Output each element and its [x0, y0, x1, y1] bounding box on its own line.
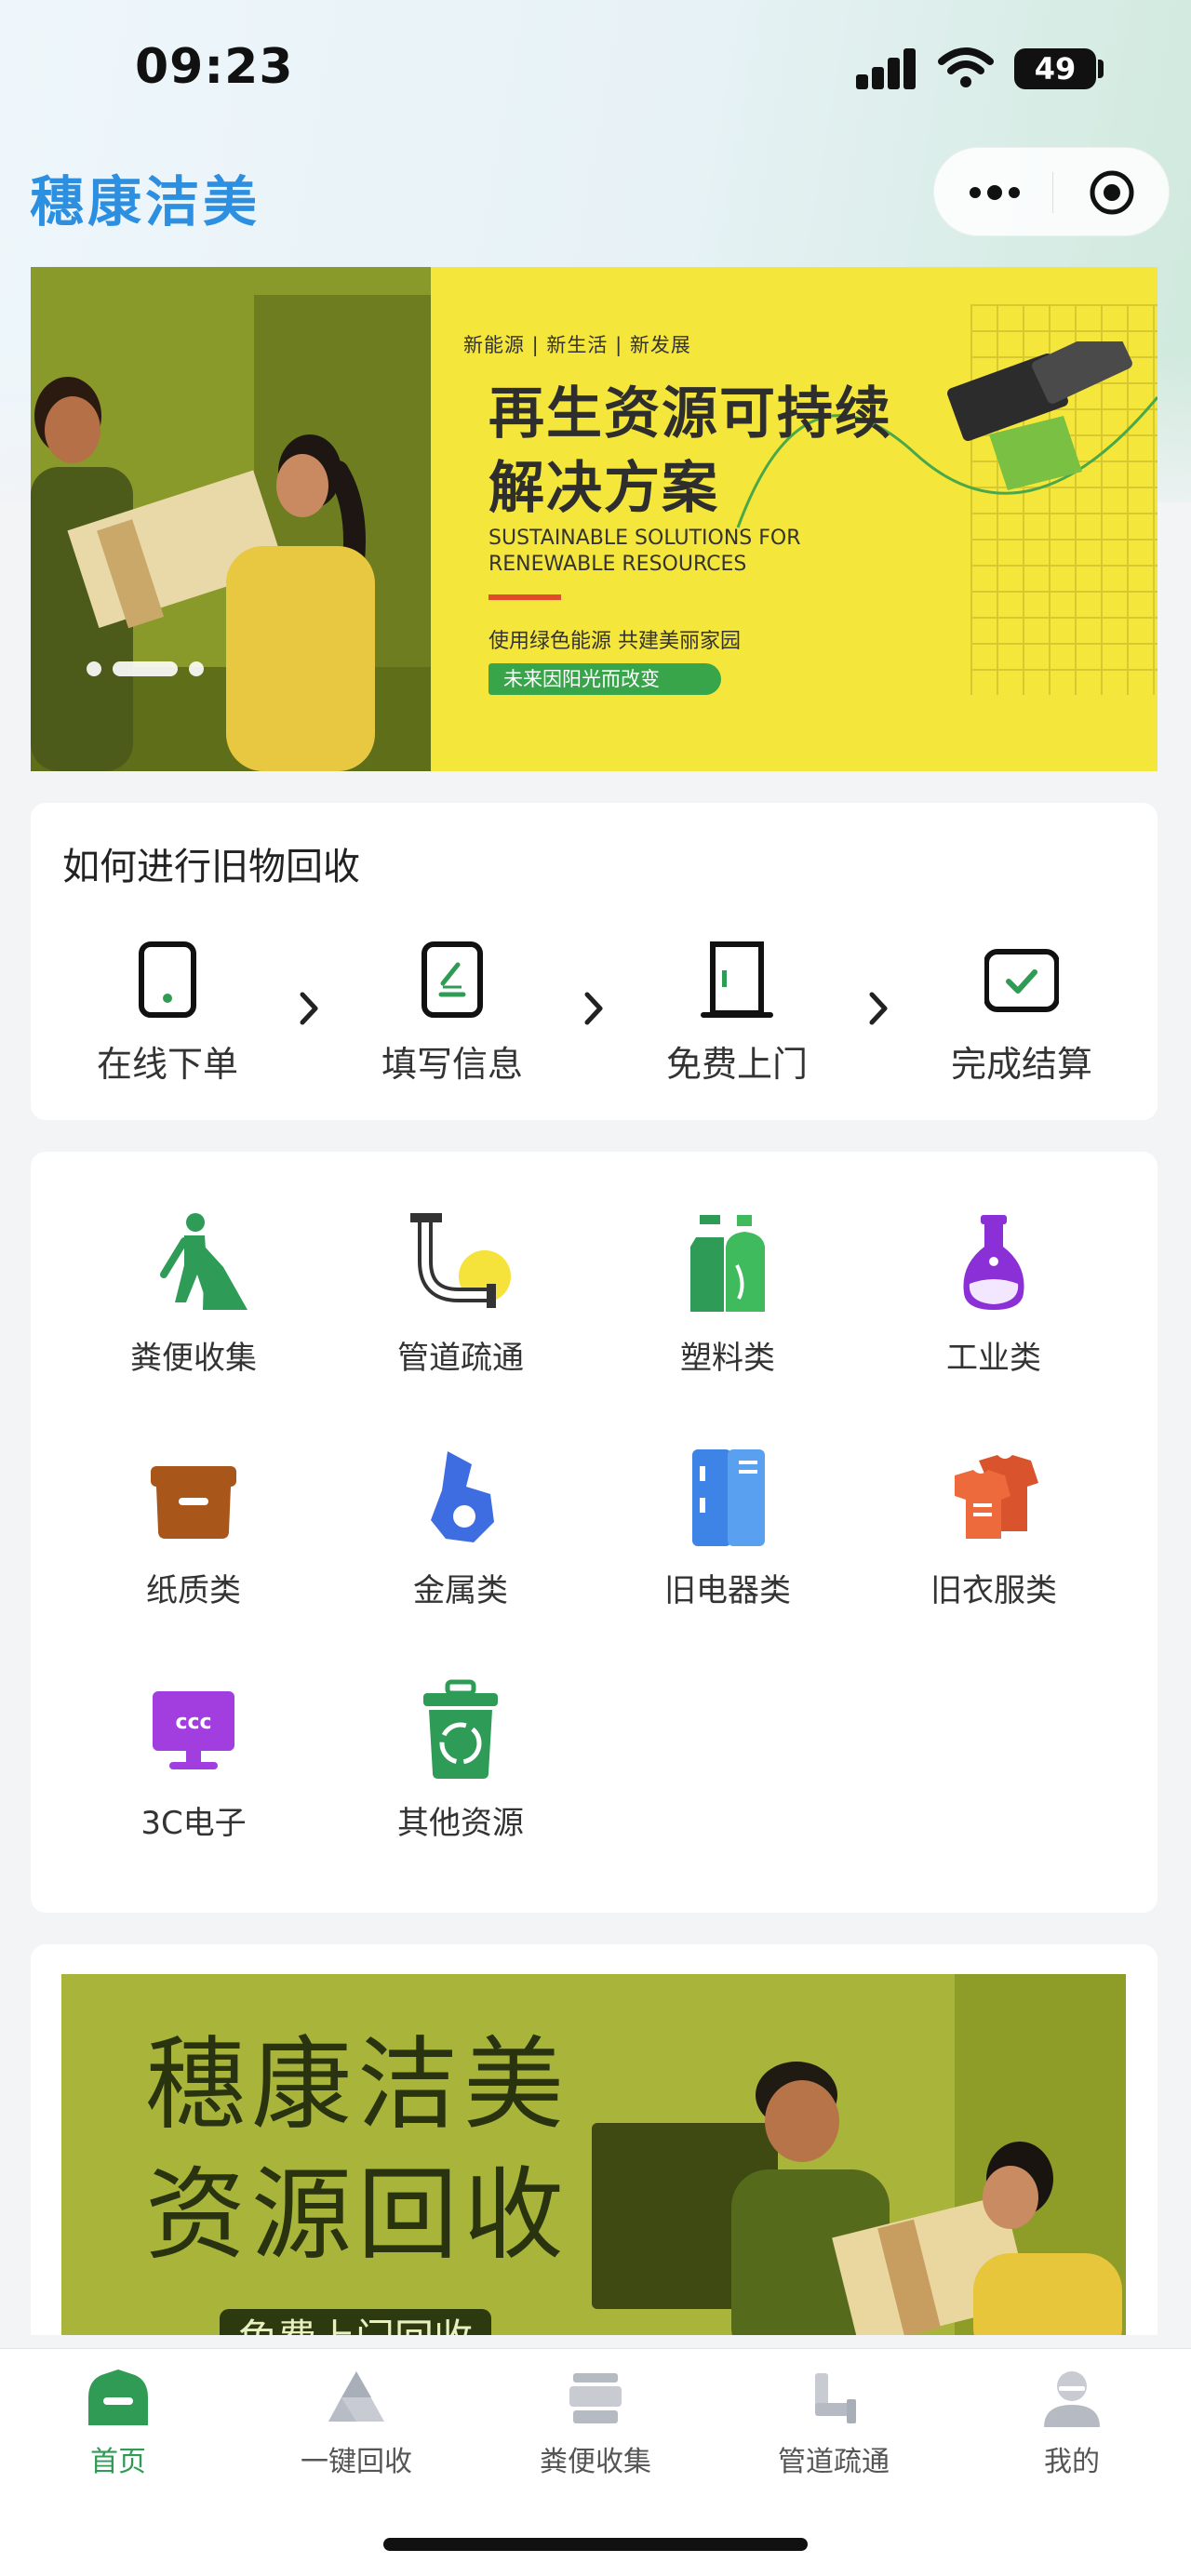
banner-title: 再生资源可持续 解决方案: [488, 377, 972, 526]
category-label: 塑料类: [680, 1340, 775, 1377]
banner-slogan-pill: 未来因阳光而改变: [488, 663, 721, 695]
steps-title: 如何进行旧物回收: [62, 846, 360, 888]
phone-icon: [139, 941, 196, 1018]
category-old-appliances[interactable]: 旧电器类: [635, 1442, 821, 1610]
battery-tip: [1098, 60, 1104, 78]
paper-box-icon: [151, 1466, 236, 1539]
promo-title-line1: 穗康洁美: [145, 2027, 570, 2143]
status-bar: 09:23 49: [0, 0, 1191, 140]
carousel-dot-active: [113, 661, 178, 676]
category-label: 其他资源: [397, 1805, 524, 1842]
capsule-divider: [1052, 172, 1053, 213]
carousel-dot: [189, 661, 204, 676]
category-metal[interactable]: 金属类: [368, 1442, 554, 1610]
recycle-triangle-icon: [328, 2371, 384, 2422]
tab-pipe-dredging[interactable]: 管道疏通: [731, 2366, 936, 2479]
banner-english: SUSTAINABLE SOLUTIONS FOR RENEWABLE RESO…: [488, 526, 917, 578]
banner-illustration: [31, 267, 431, 771]
banner-subtitle: 使用绿色能源 共建美丽家园: [488, 630, 741, 653]
category-label: 纸质类: [146, 1572, 241, 1609]
carousel-dot: [87, 661, 101, 676]
category-paper[interactable]: 纸质类: [100, 1442, 287, 1610]
category-pipe-dredging[interactable]: 管道疏通: [368, 1209, 554, 1378]
step-free-pickup: 免费上门: [653, 941, 821, 1087]
tab-home[interactable]: 首页: [16, 2366, 221, 2479]
clothes-icon: [955, 1455, 1038, 1539]
battery-indicator: 49: [1014, 48, 1096, 89]
banner-english-line1: SUSTAINABLE SOLUTIONS FOR: [488, 527, 801, 550]
close-target-icon[interactable]: [1088, 168, 1136, 217]
plastic-bottle-icon: [690, 1215, 765, 1312]
step-label: 完成结算: [950, 1044, 1092, 1085]
cellular-signal-icon: [856, 48, 917, 89]
tab-label: 管道疏通: [778, 2446, 890, 2478]
category-grid-card: 粪便收集 管道疏通 塑料类 工业类 纸质类 金属类 旧电器类 旧衣服类 ccc …: [31, 1152, 1158, 1913]
form-icon: [422, 941, 483, 1018]
tab-label: 一键回收: [301, 2446, 412, 2478]
category-other-resources[interactable]: 其他资源: [368, 1675, 554, 1843]
tab-one-click-recycle[interactable]: 一键回收: [254, 2366, 459, 2479]
banner-title-line1: 再生资源可持续: [488, 381, 892, 447]
wifi-icon: [938, 47, 994, 87]
step-online-order: 在线下单: [84, 941, 251, 1087]
more-dots-icon[interactable]: [968, 176, 1022, 209]
category-label: 粪便收集: [130, 1340, 257, 1377]
banner-title-line2: 解决方案: [488, 456, 719, 521]
promo-title: 穗康洁美 资源回收: [145, 2021, 569, 2281]
free-pickup-pill[interactable]: 免费上门回收: [220, 2309, 491, 2335]
brand-title: 穗康洁美: [30, 170, 261, 234]
step-label: 免费上门: [665, 1044, 808, 1085]
fridge-icon: [692, 1449, 765, 1546]
truck-icon: [569, 2373, 622, 2423]
banner-tags: 新能源 | 新生活 | 新发展: [463, 334, 691, 356]
home-icon: [88, 2369, 148, 2425]
promo-people-illustration: [731, 2062, 1122, 2335]
banner-english-line2: RENEWABLE RESOURCES: [488, 553, 747, 576]
chevron-right-icon: [869, 992, 888, 1025]
door-icon: [701, 941, 773, 1018]
recycle-steps-card: 如何进行旧物回收 在线下单 填写信息 免费上门 完成结算: [31, 803, 1158, 1120]
chevron-right-icon: [584, 992, 603, 1025]
metal-icon: [431, 1451, 494, 1542]
tab-profile[interactable]: 我的: [970, 2366, 1174, 2479]
tab-label: 首页: [90, 2446, 146, 2478]
category-excrement-collection[interactable]: 粪便收集: [100, 1209, 287, 1378]
recycle-bin-icon: [423, 1679, 498, 1779]
category-industrial[interactable]: 工业类: [901, 1209, 1087, 1378]
category-plastics[interactable]: 塑料类: [635, 1209, 821, 1378]
category-label: 金属类: [413, 1572, 508, 1609]
worker-shovel-icon: [160, 1213, 248, 1310]
tab-label: 我的: [1044, 2446, 1100, 2478]
step-fill-info: 填写信息: [368, 941, 536, 1087]
flask-icon: [963, 1215, 1024, 1310]
category-label: 3C电子: [141, 1805, 247, 1842]
pipe-tab-icon: [815, 2373, 856, 2423]
step-label: 在线下单: [96, 1044, 238, 1085]
mini-program-capsule: [933, 147, 1170, 236]
category-3c-electronics[interactable]: ccc 3C电子: [100, 1675, 287, 1843]
check-icon: [984, 949, 1059, 1012]
delivery-people-illustration: [31, 377, 375, 771]
pipe-icon: [410, 1213, 511, 1308]
status-time: 09:23: [135, 39, 294, 95]
tab-label: 粪便收集: [540, 2446, 651, 2478]
hero-banner[interactable]: 新能源 | 新生活 | 新发展 再生资源可持续 解决方案 SUSTAINABLE…: [31, 267, 1158, 771]
step-label: 填写信息: [381, 1044, 523, 1085]
category-label: 工业类: [946, 1340, 1041, 1377]
tab-excrement-collection[interactable]: 粪便收集: [493, 2366, 698, 2479]
promo-card: 穗康洁美 资源回收 免费上门回收: [31, 1944, 1158, 2335]
promo-banner[interactable]: 穗康洁美 资源回收 免费上门回收: [61, 1974, 1126, 2335]
monitor-icon: ccc: [153, 1691, 234, 1769]
chevron-right-icon: [300, 992, 318, 1025]
svg-text:ccc: ccc: [175, 1711, 211, 1734]
category-label: 旧衣服类: [930, 1572, 1057, 1609]
promo-title-line2: 资源回收: [145, 2157, 570, 2274]
home-indicator: [383, 2538, 808, 2551]
category-old-clothes[interactable]: 旧衣服类: [901, 1442, 1087, 1610]
banner-accent-line: [488, 594, 561, 600]
category-label: 旧电器类: [664, 1572, 791, 1609]
category-label: 管道疏通: [397, 1340, 524, 1377]
step-settlement: 完成结算: [938, 941, 1105, 1087]
user-icon: [1044, 2371, 1100, 2427]
